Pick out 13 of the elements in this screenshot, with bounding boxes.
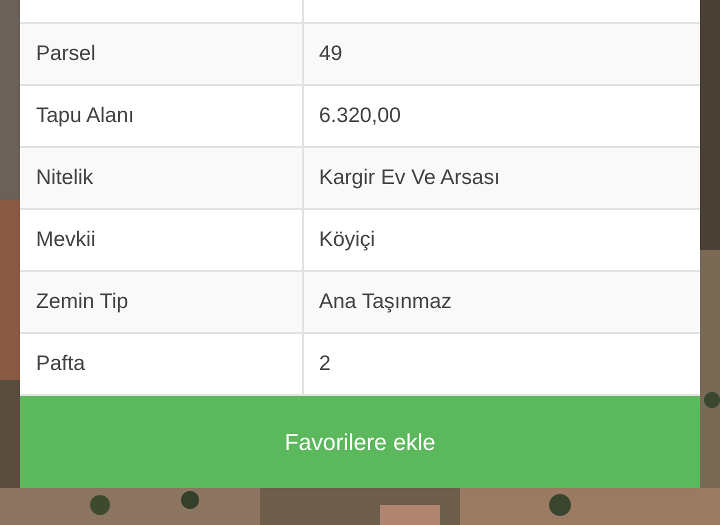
field-label: Parsel bbox=[20, 24, 304, 84]
field-value: Ana Taşınmaz bbox=[318, 289, 453, 315]
field-label: Pafta bbox=[20, 334, 304, 394]
field-value: Köyiçi bbox=[318, 227, 376, 253]
field-label: Tapu Alanı bbox=[20, 86, 304, 146]
field-value: Kargir Ev Ve Arsası bbox=[318, 165, 501, 191]
field-label: Nitelik bbox=[20, 148, 304, 208]
field-value: 49 bbox=[318, 41, 344, 67]
field-value: 2 bbox=[318, 351, 332, 377]
add-to-favorites-button[interactable]: Favorilere ekle bbox=[20, 396, 700, 488]
field-value: 6.320,00 bbox=[318, 103, 402, 129]
field-label: Zemin Tip bbox=[20, 272, 304, 332]
field-label: Mevkii bbox=[20, 210, 304, 270]
